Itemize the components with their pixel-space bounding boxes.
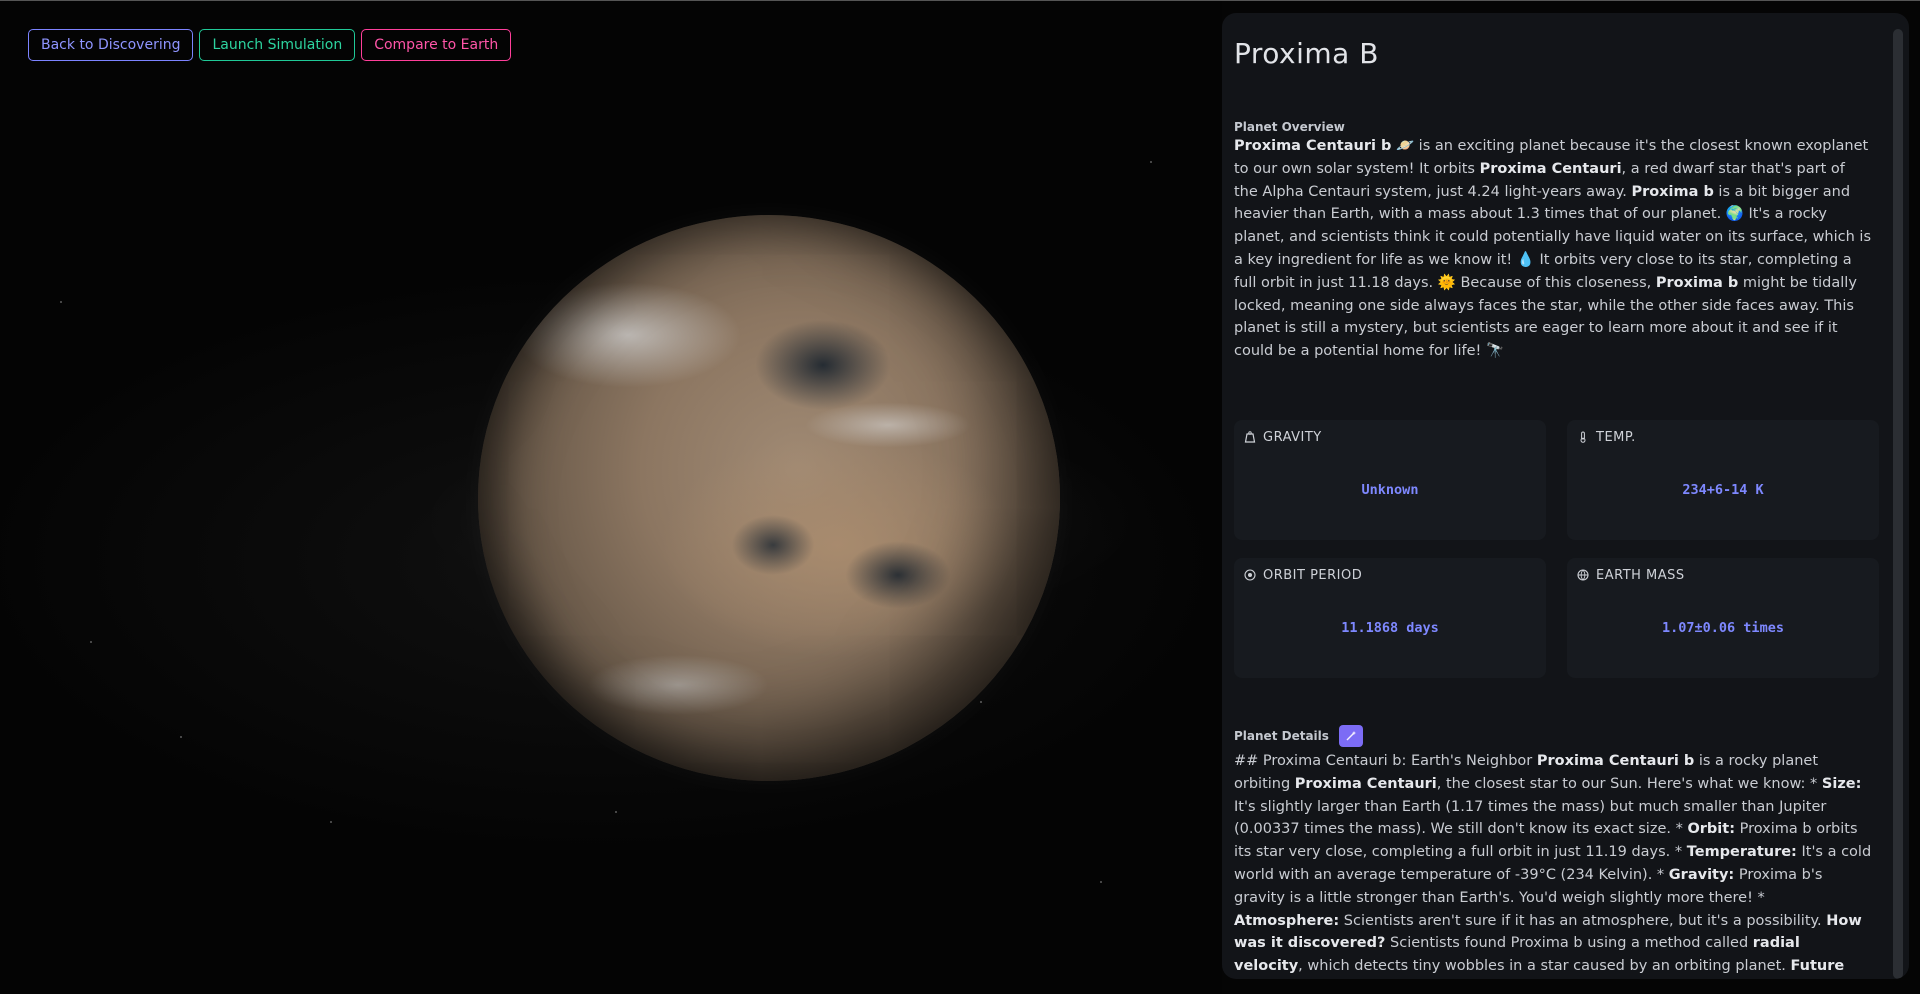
stat-label-gravity: GRAVITY xyxy=(1263,429,1322,445)
panel-scrollbar[interactable] xyxy=(1893,29,1903,979)
star xyxy=(615,811,617,813)
back-to-discovering-button[interactable]: Back to Discovering xyxy=(28,29,194,61)
star xyxy=(60,301,62,303)
magic-wand-icon xyxy=(1346,730,1356,741)
stat-label-temp: TEMP. xyxy=(1596,429,1636,445)
planet-stats-grid: GRAVITY Unknown TEMP. 234+6-14 K ORBIT P… xyxy=(1234,419,1879,678)
planet-name-heading: Proxima B xyxy=(1234,37,1379,70)
weight-icon xyxy=(1244,431,1256,444)
globe-icon xyxy=(1577,569,1589,582)
planet-info-panel: Proxima B Planet Overview Proxima Centau… xyxy=(1222,13,1909,979)
stat-card-earth-mass: EARTH MASS 1.07±0.06 times xyxy=(1567,557,1879,678)
stat-card-orbit-period: ORBIT PERIOD 11.1868 days xyxy=(1234,557,1546,678)
stat-card-temp: TEMP. 234+6-14 K xyxy=(1567,419,1879,540)
star xyxy=(1100,881,1102,883)
planet-details-text: ## Proxima Centauri b: Earth's Neighbor … xyxy=(1234,752,1872,975)
planet-overview-text: Proxima Centauri b 🪐 is an exciting plan… xyxy=(1234,138,1872,360)
launch-simulation-button[interactable]: Launch Simulation xyxy=(199,29,356,61)
planet-3d-model[interactable] xyxy=(478,215,1060,781)
compare-to-earth-button[interactable]: Compare to Earth xyxy=(361,29,512,61)
stat-value-gravity: Unknown xyxy=(1361,481,1419,498)
star xyxy=(330,821,332,823)
star xyxy=(90,641,92,643)
stat-value-temp: 234+6-14 K xyxy=(1682,481,1764,498)
nav-button-group: Back to Discovering Launch Simulation Co… xyxy=(28,29,512,61)
orbit-icon xyxy=(1244,569,1256,582)
star xyxy=(180,736,182,738)
stat-label-earth-mass: EARTH MASS xyxy=(1596,567,1685,583)
star xyxy=(1150,161,1152,163)
planet-overview-title: Planet Overview xyxy=(1234,120,1345,134)
space-viewport[interactable] xyxy=(0,1,1222,994)
stat-value-earth-mass: 1.07±0.06 times xyxy=(1662,619,1784,636)
sparkle-ai-icon[interactable] xyxy=(1338,724,1363,747)
thermometer-icon xyxy=(1580,431,1586,444)
stat-value-orbit-period: 11.1868 days xyxy=(1341,619,1439,636)
star xyxy=(980,701,982,703)
planet-details-title: Planet Details xyxy=(1234,728,1329,743)
stat-label-orbit-period: ORBIT PERIOD xyxy=(1263,567,1363,583)
stat-card-gravity: GRAVITY Unknown xyxy=(1234,419,1546,540)
planet-details-header: Planet Details xyxy=(1234,724,1873,747)
